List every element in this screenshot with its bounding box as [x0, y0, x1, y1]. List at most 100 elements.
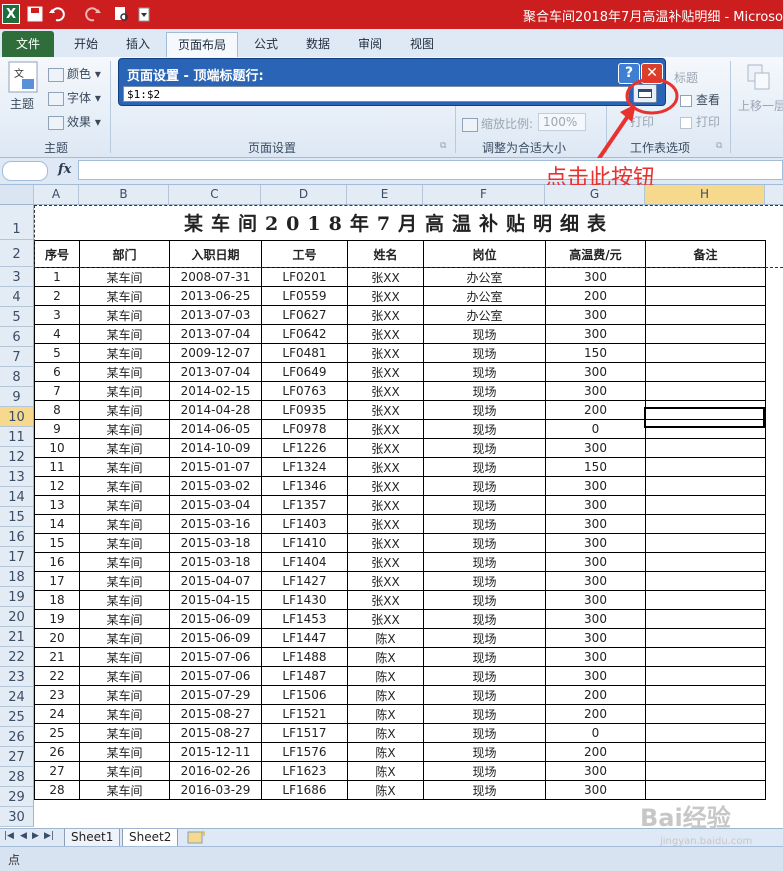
- table-cell[interactable]: 2015-06-09: [169, 628, 262, 648]
- tab-review[interactable]: 审阅: [348, 32, 392, 56]
- table-cell[interactable]: LF1404: [261, 552, 348, 572]
- table-cell[interactable]: 陈X: [347, 666, 424, 686]
- table-cell[interactable]: 300: [545, 666, 646, 686]
- table-cell[interactable]: 陈X: [347, 761, 424, 781]
- table-cell[interactable]: LF1447: [261, 628, 348, 648]
- row-header[interactable]: 12: [0, 447, 34, 467]
- table-cell[interactable]: [645, 343, 766, 363]
- table-cell[interactable]: 现场: [423, 571, 546, 591]
- table-cell[interactable]: 300: [545, 324, 646, 344]
- table-cell[interactable]: 26: [34, 742, 80, 762]
- table-cell[interactable]: 现场: [423, 476, 546, 496]
- table-cell[interactable]: 某车间: [79, 495, 170, 515]
- bring-forward-icon[interactable]: [746, 63, 772, 93]
- table-cell[interactable]: 现场: [423, 457, 546, 477]
- table-cell[interactable]: 2009-12-07: [169, 343, 262, 363]
- table-cell[interactable]: 陈X: [347, 742, 424, 762]
- table-cell[interactable]: 2015-03-16: [169, 514, 262, 534]
- table-cell[interactable]: 现场: [423, 533, 546, 553]
- table-cell[interactable]: 张XX: [347, 476, 424, 496]
- table-cell[interactable]: [645, 609, 766, 629]
- table-cell[interactable]: 张XX: [347, 571, 424, 591]
- table-cell[interactable]: 200: [545, 286, 646, 306]
- table-cell[interactable]: 2015-03-04: [169, 495, 262, 515]
- table-cell[interactable]: 某车间: [79, 476, 170, 496]
- table-cell[interactable]: 现场: [423, 552, 546, 572]
- table-cell[interactable]: 某车间: [79, 343, 170, 363]
- table-cell[interactable]: 某车间: [79, 685, 170, 705]
- column-header[interactable]: B: [79, 185, 169, 204]
- table-cell[interactable]: 300: [545, 305, 646, 325]
- table-cell[interactable]: 2008-07-31: [169, 267, 262, 287]
- table-cell[interactable]: [645, 457, 766, 477]
- table-cell[interactable]: [645, 267, 766, 287]
- table-cell[interactable]: 现场: [423, 780, 546, 800]
- table-cell[interactable]: 300: [545, 761, 646, 781]
- row-header[interactable]: 17: [0, 547, 34, 567]
- table-cell[interactable]: 2016-02-26: [169, 761, 262, 781]
- table-cell[interactable]: LF1488: [261, 647, 348, 667]
- table-cell[interactable]: 办公室: [423, 267, 546, 287]
- table-cell[interactable]: [645, 324, 766, 344]
- table-cell[interactable]: 2015-08-27: [169, 723, 262, 743]
- table-cell[interactable]: LF0649: [261, 362, 348, 382]
- table-cell[interactable]: 张XX: [347, 400, 424, 420]
- table-cell[interactable]: 150: [545, 343, 646, 363]
- effects-button[interactable]: 效果 ▾: [48, 113, 101, 130]
- table-cell[interactable]: [645, 286, 766, 306]
- column-header-cell[interactable]: 入职日期: [169, 240, 262, 268]
- table-cell[interactable]: 2015-04-15: [169, 590, 262, 610]
- table-cell[interactable]: [645, 552, 766, 572]
- table-cell[interactable]: 3: [34, 305, 80, 325]
- table-cell[interactable]: 300: [545, 628, 646, 648]
- table-cell[interactable]: 300: [545, 647, 646, 667]
- table-cell[interactable]: 某车间: [79, 381, 170, 401]
- table-cell[interactable]: [645, 647, 766, 667]
- table-cell[interactable]: 2015-03-18: [169, 533, 262, 553]
- row-header[interactable]: 27: [0, 747, 34, 767]
- row-header[interactable]: 16: [0, 527, 34, 547]
- table-cell[interactable]: LF1487: [261, 666, 348, 686]
- row-header[interactable]: 23: [0, 667, 34, 687]
- table-cell[interactable]: 200: [545, 742, 646, 762]
- table-cell[interactable]: 张XX: [347, 267, 424, 287]
- row-header[interactable]: 10: [0, 407, 34, 427]
- row-header[interactable]: 30: [0, 807, 34, 827]
- table-cell[interactable]: 某车间: [79, 457, 170, 477]
- row-header[interactable]: 7: [0, 347, 34, 367]
- table-cell[interactable]: [645, 666, 766, 686]
- tab-home[interactable]: 开始: [64, 32, 108, 56]
- table-cell[interactable]: 张XX: [347, 362, 424, 382]
- table-cell[interactable]: 19: [34, 609, 80, 629]
- table-cell[interactable]: 150: [545, 457, 646, 477]
- row-header[interactable]: 8: [0, 367, 34, 387]
- table-cell[interactable]: 现场: [423, 400, 546, 420]
- table-cell[interactable]: LF1686: [261, 780, 348, 800]
- insert-function-icon[interactable]: fx: [58, 162, 71, 177]
- row-header[interactable]: 22: [0, 647, 34, 667]
- column-header[interactable]: D: [261, 185, 347, 204]
- table-cell[interactable]: 张XX: [347, 514, 424, 534]
- row-header[interactable]: 1: [0, 205, 34, 240]
- table-cell[interactable]: 张XX: [347, 419, 424, 439]
- table-cell[interactable]: 某车间: [79, 438, 170, 458]
- column-header[interactable]: E: [347, 185, 423, 204]
- column-header-cell[interactable]: 岗位: [423, 240, 546, 268]
- next-sheet-icon[interactable]: ▶: [32, 831, 39, 841]
- table-cell[interactable]: [645, 381, 766, 401]
- table-cell[interactable]: [645, 571, 766, 591]
- table-cell[interactable]: LF0559: [261, 286, 348, 306]
- insert-sheet-icon[interactable]: [184, 830, 208, 845]
- table-cell[interactable]: LF1430: [261, 590, 348, 610]
- table-cell[interactable]: 某车间: [79, 552, 170, 572]
- table-cell[interactable]: 300: [545, 552, 646, 572]
- row-header[interactable]: 26: [0, 727, 34, 747]
- table-cell[interactable]: 300: [545, 495, 646, 515]
- table-cell[interactable]: 2015-01-07: [169, 457, 262, 477]
- table-cell[interactable]: 现场: [423, 628, 546, 648]
- row-header[interactable]: 20: [0, 607, 34, 627]
- first-sheet-icon[interactable]: |◀: [4, 831, 14, 841]
- row-header[interactable]: 6: [0, 327, 34, 347]
- column-header[interactable]: C: [169, 185, 261, 204]
- table-cell[interactable]: 现场: [423, 514, 546, 534]
